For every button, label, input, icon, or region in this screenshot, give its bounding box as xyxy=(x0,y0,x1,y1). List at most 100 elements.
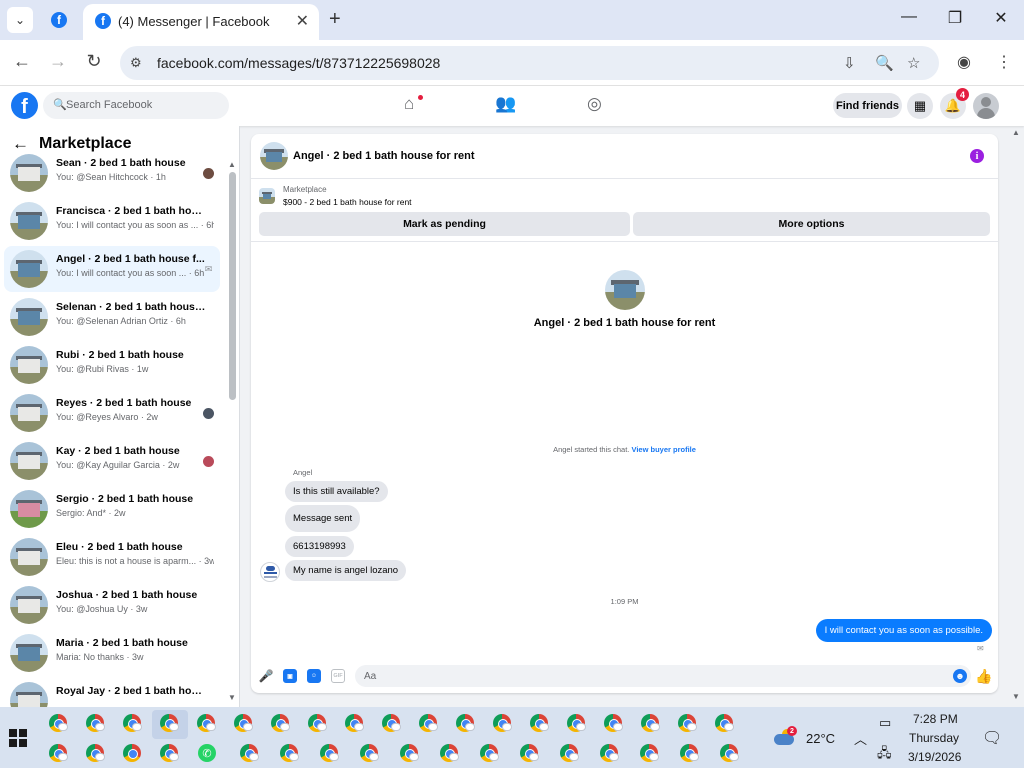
sticker-icon[interactable]: ☺ xyxy=(307,669,321,683)
site-info-icon[interactable]: ⚙ xyxy=(130,55,142,71)
active-tab[interactable]: f (4) Messenger | Facebook ✕ xyxy=(83,4,319,40)
chat-avatar[interactable] xyxy=(260,142,288,170)
chrome-window-icon[interactable] xyxy=(641,714,660,732)
chrome-window-icon[interactable] xyxy=(49,744,68,762)
emoji-icon[interactable]: ☻ xyxy=(953,669,967,683)
chrome-window-icon[interactable] xyxy=(271,714,290,732)
account-avatar[interactable] xyxy=(973,93,999,119)
chrome-window-icon[interactable] xyxy=(160,744,179,762)
chrome-window-icon[interactable] xyxy=(480,744,499,762)
meet-now-icon[interactable]: ▭ xyxy=(879,715,891,731)
conversation-item[interactable]: Sergio · 2 bed 1 bath house Sergio: And* … xyxy=(4,486,220,532)
conversation-item[interactable]: Maria · 2 bed 1 bath house Maria: No than… xyxy=(4,630,220,676)
conversation-item[interactable]: Eleu · 2 bed 1 bath house Eleu: this is n… xyxy=(4,534,220,580)
chrome-window-icon[interactable] xyxy=(604,714,623,732)
chrome-window-icon[interactable] xyxy=(715,714,734,732)
listing-title[interactable]: $900 - 2 bed 1 bath house for rent xyxy=(283,197,412,207)
chrome-window-icon[interactable] xyxy=(123,714,142,732)
conversation-item[interactable]: Sean · 2 bed 1 bath house You: @Sean Hitc… xyxy=(4,150,220,196)
chrome-window-icon[interactable] xyxy=(308,714,327,732)
scroll-up-arrow-icon[interactable]: ▲ xyxy=(228,160,236,169)
sender-avatar[interactable] xyxy=(260,562,280,582)
chrome-window-icon[interactable] xyxy=(123,744,141,762)
incoming-message[interactable]: My name is angel lozano xyxy=(285,560,407,581)
chrome-window-icon[interactable] xyxy=(720,744,739,762)
conversation-item[interactable]: Joshua · 2 bed 1 bath house You: @Joshua … xyxy=(4,582,220,628)
incoming-message[interactable]: Message sent xyxy=(285,505,361,532)
page-scroll-down-arrow-icon[interactable]: ▼ xyxy=(1012,692,1020,701)
bookmark-star-icon[interactable]: ☆ xyxy=(907,54,920,72)
groups-icon[interactable]: ◎ xyxy=(587,94,602,114)
photo-icon[interactable]: ▣ xyxy=(283,669,297,683)
conversation-item[interactable]: Francisca · 2 bed 1 bath house f... You: … xyxy=(4,198,220,244)
chrome-window-icon[interactable] xyxy=(86,714,105,732)
clock-date[interactable]: 3/19/2026 xyxy=(908,750,961,764)
address-bar[interactable]: ⚙ facebook.com/messages/t/87371222569802… xyxy=(120,46,939,80)
message-input[interactable] xyxy=(364,668,934,684)
outgoing-message[interactable]: I will contact you as soon as possible. xyxy=(815,619,992,642)
chrome-window-icon[interactable] xyxy=(520,744,539,762)
chrome-window-icon[interactable] xyxy=(360,744,379,762)
chrome-window-icon[interactable] xyxy=(234,714,253,732)
chrome-window-icon[interactable] xyxy=(440,744,459,762)
maximize-icon[interactable]: ❐ xyxy=(940,8,970,28)
chrome-window-icon[interactable] xyxy=(345,714,364,732)
thumbs-up-icon[interactable]: 👍 xyxy=(975,668,992,685)
chrome-window-icon[interactable] xyxy=(320,744,339,762)
mark-as-pending-button[interactable]: Mark as pending xyxy=(259,212,630,236)
gif-icon[interactable]: GIF xyxy=(331,669,345,683)
clock-time[interactable]: 7:28 PM xyxy=(913,712,958,726)
chrome-window-icon[interactable] xyxy=(400,744,419,762)
chrome-window-icon[interactable] xyxy=(49,714,68,732)
incoming-message[interactable]: 6613198993 xyxy=(285,536,354,557)
incoming-message[interactable]: Is this still available? xyxy=(285,481,388,502)
chrome-window-icon[interactable] xyxy=(560,744,579,762)
forward-arrow-icon[interactable]: → xyxy=(46,51,70,72)
chrome-window-icon[interactable] xyxy=(567,714,586,732)
scroll-down-arrow-icon[interactable]: ▼ xyxy=(228,693,236,702)
tab-search-dropdown[interactable]: ⌄ xyxy=(7,7,33,33)
conversation-item[interactable]: Selenan · 2 bed 1 bath house fo... You: @… xyxy=(4,294,220,340)
close-window-icon[interactable]: ✕ xyxy=(986,8,1016,28)
menu-kebab-icon[interactable]: ⋮ xyxy=(996,52,1012,72)
friends-icon[interactable]: 👥 xyxy=(495,94,516,114)
url-text[interactable]: facebook.com/messages/t/873712225698028 xyxy=(157,55,440,71)
chrome-window-icon[interactable] xyxy=(382,714,401,732)
temperature[interactable]: 22°C xyxy=(806,731,835,746)
chat-title[interactable]: Angel · 2 bed 1 bath house for rent xyxy=(293,150,475,162)
notification-center-icon[interactable]: 🗨 xyxy=(982,728,1002,748)
pinned-facebook-tab[interactable]: f xyxy=(46,7,72,33)
conversation-item[interactable]: Angel · 2 bed 1 bath house f... You: I wi… xyxy=(4,246,220,292)
chrome-window-icon[interactable] xyxy=(530,714,549,732)
clock-day[interactable]: Thursday xyxy=(909,731,959,745)
sidebar-scrollbar[interactable] xyxy=(229,172,236,400)
profile-icon[interactable]: ◉ xyxy=(957,52,971,72)
home-icon[interactable]: ⌂ xyxy=(404,94,414,114)
chrome-window-icon[interactable] xyxy=(600,744,619,762)
network-icon[interactable]: 🖧 xyxy=(877,744,892,766)
menu-grid-icon[interactable]: ▦ xyxy=(907,93,933,119)
new-tab-button[interactable]: + xyxy=(329,8,341,30)
facebook-logo-icon[interactable]: f xyxy=(11,92,38,119)
back-arrow-icon[interactable]: ← xyxy=(10,51,34,72)
chrome-window-icon[interactable] xyxy=(240,744,259,762)
find-friends-button[interactable]: Find friends xyxy=(833,93,902,118)
facebook-search[interactable]: 🔍 Search Facebook xyxy=(43,92,229,119)
chrome-window-icon[interactable] xyxy=(678,714,697,732)
whatsapp-icon[interactable]: ✆ xyxy=(198,744,216,762)
chrome-window-icon[interactable] xyxy=(160,714,179,732)
tab-close-icon[interactable]: ✕ xyxy=(296,11,309,31)
view-buyer-profile-link[interactable]: View buyer profile xyxy=(631,445,695,454)
install-app-icon[interactable]: ⇩ xyxy=(843,54,856,72)
chrome-window-icon[interactable] xyxy=(197,714,216,732)
page-scroll-up-arrow-icon[interactable]: ▲ xyxy=(1012,128,1020,137)
conversation-item[interactable]: Royal Jay · 2 bed 1 bath house xyxy=(4,678,220,707)
chrome-window-icon[interactable] xyxy=(86,744,105,762)
chrome-window-icon[interactable] xyxy=(419,714,438,732)
reload-icon[interactable]: ↻ xyxy=(82,51,106,72)
conversation-item[interactable]: Reyes · 2 bed 1 bath house You: @Reyes Al… xyxy=(4,390,220,436)
info-icon[interactable]: i xyxy=(970,149,984,163)
windows-start-icon[interactable] xyxy=(9,729,27,747)
tray-chevron-icon[interactable]: ︿ xyxy=(854,729,867,748)
message-input-box[interactable]: ☻ xyxy=(355,665,971,687)
